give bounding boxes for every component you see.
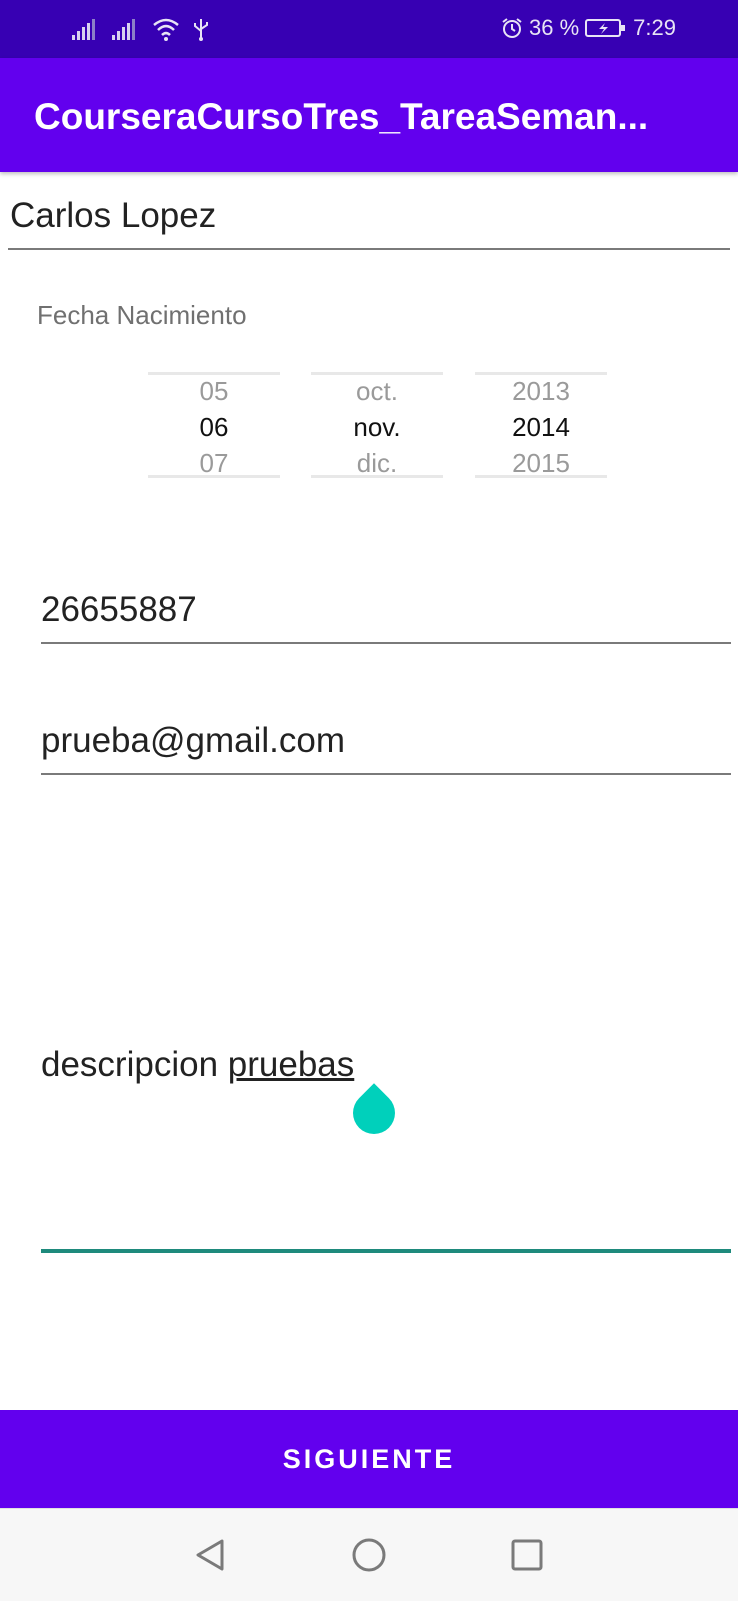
- signal-icon: [72, 19, 95, 40]
- battery-charging-icon: [585, 19, 626, 37]
- month-prev: oct.: [356, 376, 398, 406]
- description-field[interactable]: descripcion pruebas: [41, 1045, 354, 1085]
- name-field[interactable]: Carlos Lopez: [8, 196, 730, 250]
- battery-percent: 36 %: [529, 15, 580, 40]
- recents-icon[interactable]: [509, 1537, 545, 1573]
- status-right: 36 % 7:29: [501, 15, 676, 41]
- usb-icon: [194, 19, 208, 41]
- phone-field-value: 26655887: [41, 590, 197, 629]
- email-field-value: prueba@gmail.com: [41, 721, 345, 760]
- year-prev: 2013: [512, 376, 570, 406]
- navigation-bar: [0, 1508, 738, 1601]
- wifi-icon: [153, 18, 179, 41]
- app-bar: CourseraCursoTres_TareaSeman...: [0, 58, 738, 172]
- year-picker[interactable]: 2013 2014 2015: [475, 372, 607, 480]
- status-bar: 36 % 7:29: [0, 0, 738, 58]
- home-icon[interactable]: [351, 1537, 387, 1573]
- alarm-icon: [502, 18, 522, 38]
- year-current: 2014: [512, 412, 570, 442]
- clock: 7:29: [633, 15, 676, 40]
- name-field-value: Carlos Lopez: [10, 196, 217, 235]
- back-icon[interactable]: [192, 1537, 228, 1573]
- phone-field[interactable]: 26655887: [41, 590, 731, 644]
- birth-date-label: Fecha Nacimiento: [37, 300, 247, 330]
- description-text-underlined: pruebas: [227, 1045, 355, 1084]
- day-current: 06: [199, 412, 229, 442]
- month-picker[interactable]: oct. nov. dic.: [311, 372, 443, 480]
- status-left-icons: [72, 17, 210, 41]
- text-cursor-handle[interactable]: [344, 1083, 404, 1143]
- month-current: nov.: [353, 412, 401, 442]
- description-text: descripcion: [41, 1045, 219, 1084]
- description-field-underline: [41, 1249, 731, 1253]
- next-button[interactable]: SIGUIENTE: [0, 1410, 738, 1508]
- app-title: CourseraCursoTres_TareaSeman...: [34, 96, 649, 137]
- day-picker[interactable]: 05 06 07: [148, 372, 280, 480]
- signal-icon: [112, 19, 135, 40]
- email-field[interactable]: prueba@gmail.com: [41, 721, 731, 775]
- day-prev: 05: [199, 376, 229, 406]
